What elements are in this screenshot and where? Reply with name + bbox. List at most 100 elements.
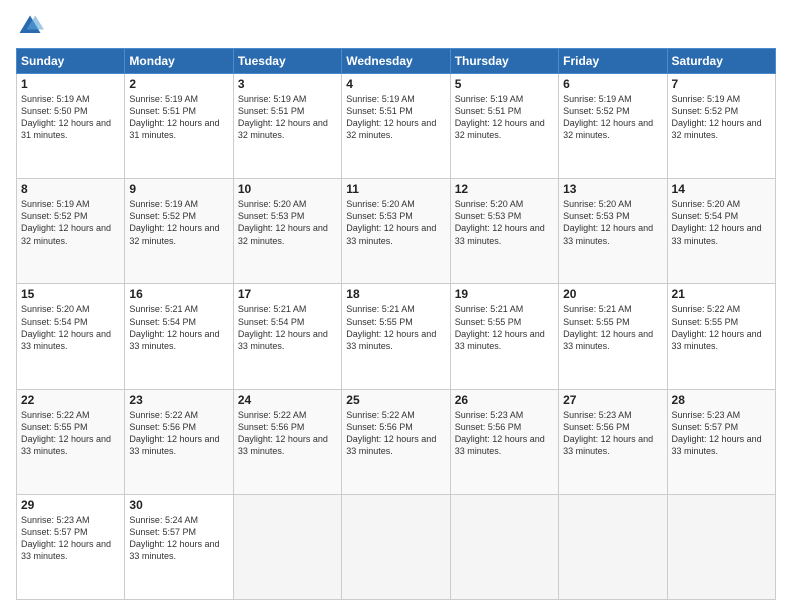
day-number: 4 (346, 77, 445, 91)
day-number: 13 (563, 182, 662, 196)
page: SundayMondayTuesdayWednesdayThursdayFrid… (0, 0, 792, 612)
day-number: 7 (672, 77, 771, 91)
day-info: Sunrise: 5:21 AM Sunset: 5:54 PM Dayligh… (238, 303, 337, 352)
day-number: 12 (455, 182, 554, 196)
day-number: 25 (346, 393, 445, 407)
day-header-tuesday: Tuesday (233, 49, 341, 74)
calendar-cell: 12 Sunrise: 5:20 AM Sunset: 5:53 PM Dayl… (450, 179, 558, 284)
day-header-thursday: Thursday (450, 49, 558, 74)
calendar-cell: 29 Sunrise: 5:23 AM Sunset: 5:57 PM Dayl… (17, 494, 125, 599)
calendar-cell: 25 Sunrise: 5:22 AM Sunset: 5:56 PM Dayl… (342, 389, 450, 494)
day-number: 28 (672, 393, 771, 407)
day-number: 8 (21, 182, 120, 196)
calendar-cell: 20 Sunrise: 5:21 AM Sunset: 5:55 PM Dayl… (559, 284, 667, 389)
calendar-week-row: 8 Sunrise: 5:19 AM Sunset: 5:52 PM Dayli… (17, 179, 776, 284)
logo-icon (16, 12, 44, 40)
day-number: 1 (21, 77, 120, 91)
day-header-sunday: Sunday (17, 49, 125, 74)
day-info: Sunrise: 5:21 AM Sunset: 5:54 PM Dayligh… (129, 303, 228, 352)
calendar-cell: 15 Sunrise: 5:20 AM Sunset: 5:54 PM Dayl… (17, 284, 125, 389)
day-info: Sunrise: 5:23 AM Sunset: 5:57 PM Dayligh… (672, 409, 771, 458)
calendar-cell: 4 Sunrise: 5:19 AM Sunset: 5:51 PM Dayli… (342, 74, 450, 179)
calendar-week-row: 22 Sunrise: 5:22 AM Sunset: 5:55 PM Dayl… (17, 389, 776, 494)
calendar-cell: 5 Sunrise: 5:19 AM Sunset: 5:51 PM Dayli… (450, 74, 558, 179)
day-number: 20 (563, 287, 662, 301)
calendar-cell: 26 Sunrise: 5:23 AM Sunset: 5:56 PM Dayl… (450, 389, 558, 494)
calendar-week-row: 15 Sunrise: 5:20 AM Sunset: 5:54 PM Dayl… (17, 284, 776, 389)
day-number: 14 (672, 182, 771, 196)
day-number: 10 (238, 182, 337, 196)
calendar-cell: 19 Sunrise: 5:21 AM Sunset: 5:55 PM Dayl… (450, 284, 558, 389)
calendar-cell (342, 494, 450, 599)
day-header-saturday: Saturday (667, 49, 775, 74)
day-info: Sunrise: 5:20 AM Sunset: 5:53 PM Dayligh… (346, 198, 445, 247)
day-number: 9 (129, 182, 228, 196)
day-info: Sunrise: 5:21 AM Sunset: 5:55 PM Dayligh… (455, 303, 554, 352)
day-info: Sunrise: 5:19 AM Sunset: 5:52 PM Dayligh… (129, 198, 228, 247)
day-info: Sunrise: 5:19 AM Sunset: 5:51 PM Dayligh… (129, 93, 228, 142)
day-info: Sunrise: 5:19 AM Sunset: 5:52 PM Dayligh… (563, 93, 662, 142)
day-info: Sunrise: 5:21 AM Sunset: 5:55 PM Dayligh… (346, 303, 445, 352)
day-info: Sunrise: 5:22 AM Sunset: 5:56 PM Dayligh… (346, 409, 445, 458)
calendar-cell: 7 Sunrise: 5:19 AM Sunset: 5:52 PM Dayli… (667, 74, 775, 179)
calendar-cell: 9 Sunrise: 5:19 AM Sunset: 5:52 PM Dayli… (125, 179, 233, 284)
day-info: Sunrise: 5:22 AM Sunset: 5:56 PM Dayligh… (238, 409, 337, 458)
day-number: 22 (21, 393, 120, 407)
day-info: Sunrise: 5:19 AM Sunset: 5:51 PM Dayligh… (346, 93, 445, 142)
day-header-monday: Monday (125, 49, 233, 74)
calendar-week-row: 29 Sunrise: 5:23 AM Sunset: 5:57 PM Dayl… (17, 494, 776, 599)
day-number: 5 (455, 77, 554, 91)
day-info: Sunrise: 5:20 AM Sunset: 5:54 PM Dayligh… (672, 198, 771, 247)
day-number: 19 (455, 287, 554, 301)
calendar-header-row: SundayMondayTuesdayWednesdayThursdayFrid… (17, 49, 776, 74)
day-info: Sunrise: 5:20 AM Sunset: 5:53 PM Dayligh… (238, 198, 337, 247)
day-info: Sunrise: 5:22 AM Sunset: 5:56 PM Dayligh… (129, 409, 228, 458)
day-number: 26 (455, 393, 554, 407)
day-number: 24 (238, 393, 337, 407)
calendar-cell: 8 Sunrise: 5:19 AM Sunset: 5:52 PM Dayli… (17, 179, 125, 284)
day-number: 17 (238, 287, 337, 301)
day-info: Sunrise: 5:23 AM Sunset: 5:56 PM Dayligh… (455, 409, 554, 458)
calendar-cell: 11 Sunrise: 5:20 AM Sunset: 5:53 PM Dayl… (342, 179, 450, 284)
day-number: 21 (672, 287, 771, 301)
day-number: 11 (346, 182, 445, 196)
calendar-cell: 17 Sunrise: 5:21 AM Sunset: 5:54 PM Dayl… (233, 284, 341, 389)
calendar-cell: 24 Sunrise: 5:22 AM Sunset: 5:56 PM Dayl… (233, 389, 341, 494)
header (16, 12, 776, 40)
day-number: 18 (346, 287, 445, 301)
day-info: Sunrise: 5:19 AM Sunset: 5:50 PM Dayligh… (21, 93, 120, 142)
calendar-cell (233, 494, 341, 599)
day-info: Sunrise: 5:21 AM Sunset: 5:55 PM Dayligh… (563, 303, 662, 352)
day-info: Sunrise: 5:19 AM Sunset: 5:52 PM Dayligh… (21, 198, 120, 247)
calendar-cell: 13 Sunrise: 5:20 AM Sunset: 5:53 PM Dayl… (559, 179, 667, 284)
calendar-cell: 10 Sunrise: 5:20 AM Sunset: 5:53 PM Dayl… (233, 179, 341, 284)
calendar-cell: 30 Sunrise: 5:24 AM Sunset: 5:57 PM Dayl… (125, 494, 233, 599)
day-number: 15 (21, 287, 120, 301)
calendar-cell: 16 Sunrise: 5:21 AM Sunset: 5:54 PM Dayl… (125, 284, 233, 389)
day-info: Sunrise: 5:19 AM Sunset: 5:51 PM Dayligh… (455, 93, 554, 142)
day-number: 6 (563, 77, 662, 91)
day-header-friday: Friday (559, 49, 667, 74)
logo (16, 12, 48, 40)
day-number: 23 (129, 393, 228, 407)
calendar-cell: 18 Sunrise: 5:21 AM Sunset: 5:55 PM Dayl… (342, 284, 450, 389)
calendar-cell: 23 Sunrise: 5:22 AM Sunset: 5:56 PM Dayl… (125, 389, 233, 494)
calendar-cell: 2 Sunrise: 5:19 AM Sunset: 5:51 PM Dayli… (125, 74, 233, 179)
day-info: Sunrise: 5:20 AM Sunset: 5:53 PM Dayligh… (455, 198, 554, 247)
calendar-table: SundayMondayTuesdayWednesdayThursdayFrid… (16, 48, 776, 600)
day-info: Sunrise: 5:20 AM Sunset: 5:53 PM Dayligh… (563, 198, 662, 247)
calendar-cell: 1 Sunrise: 5:19 AM Sunset: 5:50 PM Dayli… (17, 74, 125, 179)
calendar-cell (559, 494, 667, 599)
calendar-cell: 27 Sunrise: 5:23 AM Sunset: 5:56 PM Dayl… (559, 389, 667, 494)
day-info: Sunrise: 5:23 AM Sunset: 5:56 PM Dayligh… (563, 409, 662, 458)
day-header-wednesday: Wednesday (342, 49, 450, 74)
day-number: 29 (21, 498, 120, 512)
calendar-cell: 28 Sunrise: 5:23 AM Sunset: 5:57 PM Dayl… (667, 389, 775, 494)
calendar-cell: 22 Sunrise: 5:22 AM Sunset: 5:55 PM Dayl… (17, 389, 125, 494)
day-info: Sunrise: 5:20 AM Sunset: 5:54 PM Dayligh… (21, 303, 120, 352)
day-info: Sunrise: 5:22 AM Sunset: 5:55 PM Dayligh… (21, 409, 120, 458)
calendar-cell (450, 494, 558, 599)
calendar-cell: 14 Sunrise: 5:20 AM Sunset: 5:54 PM Dayl… (667, 179, 775, 284)
day-number: 27 (563, 393, 662, 407)
day-number: 16 (129, 287, 228, 301)
